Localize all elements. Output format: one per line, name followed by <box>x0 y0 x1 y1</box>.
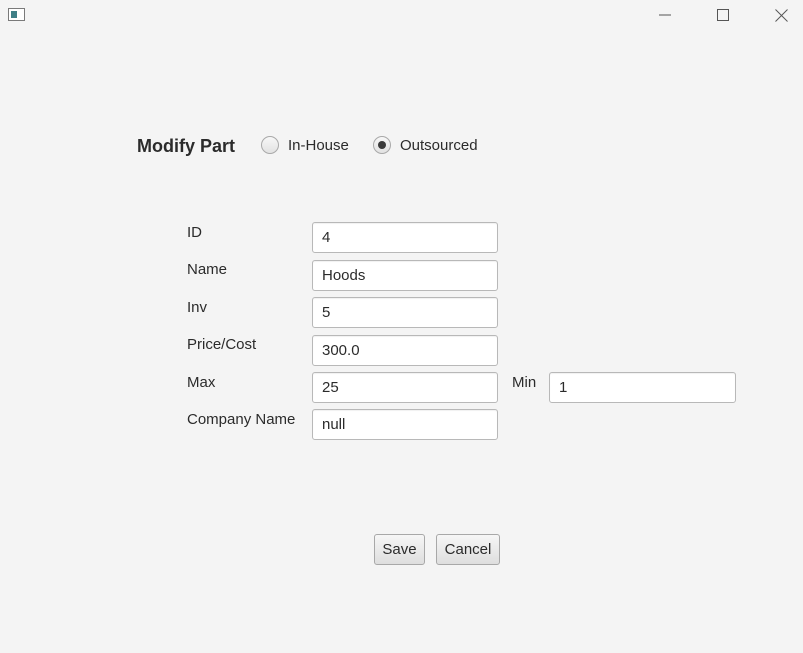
radio-circle-outsourced[interactable] <box>373 136 391 154</box>
price-cost-label: Price/Cost <box>187 336 257 353</box>
close-icon <box>774 8 788 22</box>
max-label: Max <box>187 374 216 391</box>
inv-field[interactable] <box>312 297 498 328</box>
company-name-field[interactable] <box>312 409 498 440</box>
inv-label: Inv <box>187 299 208 316</box>
close-button[interactable] <box>758 0 803 30</box>
name-field[interactable] <box>312 260 498 291</box>
radio-circle-in-house[interactable] <box>261 136 279 154</box>
outsourced-radio[interactable]: Outsourced <box>373 134 478 156</box>
maximize-button[interactable] <box>700 0 746 30</box>
name-label: Name <box>187 261 228 278</box>
page-title: Modify Part <box>137 136 236 156</box>
minimize-button[interactable] <box>642 0 688 30</box>
company-name-label: Company Name <box>187 411 296 428</box>
maximize-icon <box>717 9 729 21</box>
app-window-icon <box>8 8 25 21</box>
title-bar <box>0 0 803 30</box>
price-cost-field[interactable] <box>312 335 498 366</box>
save-button[interactable]: Save <box>374 534 425 565</box>
min-field[interactable] <box>549 372 736 403</box>
in-house-label[interactable]: In-House <box>288 137 349 154</box>
min-label: Min <box>512 374 537 391</box>
modify-part-window: Modify Part In-House Outsourced ID Name … <box>0 0 803 653</box>
id-field[interactable] <box>312 222 498 253</box>
minimize-icon <box>659 14 671 16</box>
outsourced-label[interactable]: Outsourced <box>400 137 478 154</box>
cancel-button[interactable]: Cancel <box>436 534 500 565</box>
in-house-radio[interactable]: In-House <box>261 134 349 156</box>
max-field[interactable] <box>312 372 498 403</box>
id-label: ID <box>187 224 202 241</box>
